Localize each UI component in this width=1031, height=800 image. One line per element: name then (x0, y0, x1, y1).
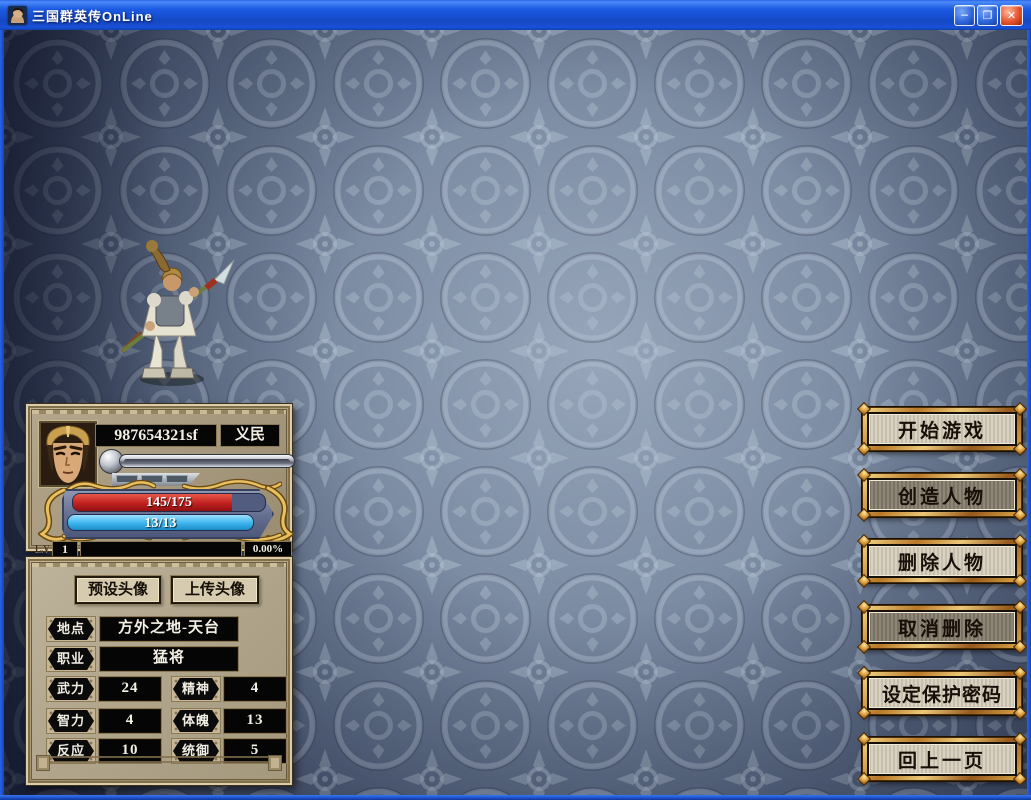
mp-value: 13/13 (68, 515, 253, 530)
maximize-button[interactable]: ❐ (977, 5, 998, 26)
preset-avatar-button[interactable]: 预设头像 (75, 576, 161, 604)
hp-value: 145/175 (73, 494, 265, 511)
back-previous-page-button[interactable]: 回上一页 (862, 737, 1022, 781)
character-detail-panel: 预设头像 上传头像 地点 方外之地-天台 职业 猛将 武力 24 精神 4 (25, 556, 293, 786)
exp-percent: 0.00% (244, 541, 292, 557)
hp-bar: 145/175 (72, 493, 266, 512)
level-row: L.V 1 0.00% (35, 541, 291, 557)
physique-label-badge: 体魄 (172, 709, 220, 733)
gauge-segment (141, 475, 163, 483)
window-border-left (0, 30, 4, 800)
start-game-button[interactable]: 开始游戏 (862, 407, 1022, 451)
window-titlebar[interactable]: 三国群英传OnLine ─ ❐ ✕ (0, 0, 1031, 30)
delete-character-button[interactable]: 删除人物 (862, 539, 1022, 583)
character-class-title: 义民 (220, 424, 280, 447)
window-title: 三国群英传OnLine (32, 6, 954, 25)
location-label-badge: 地点 (47, 617, 95, 641)
panel-foot-left (36, 755, 50, 771)
gauge-segment (166, 475, 188, 483)
character-name: 987654321sf (95, 424, 217, 447)
app-icon (8, 6, 27, 25)
strength-value: 24 (99, 677, 161, 701)
close-button[interactable]: ✕ (1000, 5, 1023, 26)
exp-bar (80, 541, 242, 557)
character-sprite[interactable] (110, 230, 242, 390)
character-status-panel: 987654321sf 义民 (25, 403, 293, 552)
app-window: 三国群英传OnLine ─ ❐ ✕ (0, 0, 1031, 800)
spirit-label-badge: 精神 (172, 677, 220, 701)
strength-label-badge: 武力 (47, 677, 95, 701)
panel-bottom-ornament (44, 756, 274, 763)
game-viewport: 987654321sf 义民 (4, 30, 1027, 795)
level-value: 1 (52, 541, 78, 557)
level-label: L.V (35, 544, 50, 554)
create-character-button[interactable]: 创造人物 (862, 473, 1022, 517)
upload-avatar-button[interactable]: 上传头像 (171, 576, 259, 604)
physique-value: 13 (224, 709, 286, 733)
panel-foot-right (268, 755, 282, 771)
window-controls: ─ ❐ ✕ (954, 5, 1023, 26)
character-status-panel-body: 987654321sf 义民 (31, 409, 287, 546)
gauge-segment-tray (112, 473, 200, 486)
cancel-delete-button[interactable]: 取消删除 (862, 605, 1022, 649)
intelligence-label-badge: 智力 (47, 709, 95, 733)
window-border-right (1027, 30, 1031, 800)
minimize-button[interactable]: ─ (954, 5, 975, 26)
window-border-bottom (0, 795, 1031, 800)
mp-bar: 13/13 (67, 514, 254, 531)
set-protect-password-button[interactable]: 设定保护密码 (862, 671, 1022, 715)
gauge-segment (116, 475, 138, 483)
occupation-label-badge: 职业 (47, 647, 95, 671)
character-detail-panel-body: 预设头像 上传头像 地点 方外之地-天台 职业 猛将 武力 24 精神 4 (31, 562, 287, 780)
spirit-value: 4 (224, 677, 286, 701)
intelligence-value: 4 (99, 709, 161, 733)
rage-gauge-bar (119, 454, 295, 468)
location-value: 方外之地-天台 (100, 617, 238, 641)
character-portrait[interactable] (39, 421, 97, 487)
occupation-value: 猛将 (100, 647, 238, 671)
